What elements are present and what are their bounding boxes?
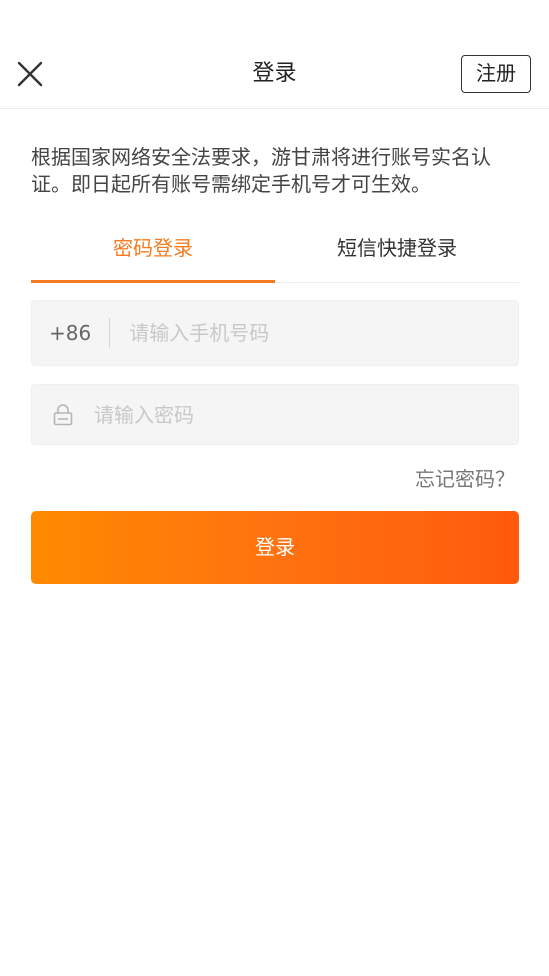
phone-input[interactable] <box>110 301 518 365</box>
login-page: 登录 注册 根据国家网络安全法要求，游甘肃将进行账号实名认证。即日起所有账号需绑… <box>0 0 549 976</box>
tab-sms-login[interactable]: 短信快捷登录 <box>275 230 519 282</box>
header-bar: 登录 注册 <box>0 40 549 109</box>
password-field <box>31 384 519 445</box>
lock-icon <box>52 403 74 427</box>
password-input[interactable] <box>74 385 518 444</box>
tab-password-login[interactable]: 密码登录 <box>31 230 275 283</box>
forgot-password-link[interactable]: 忘记密码？ <box>415 464 515 494</box>
login-tabs: 密码登录 短信快捷登录 <box>31 230 519 283</box>
country-code-prefix[interactable]: +86 <box>32 318 111 348</box>
register-button[interactable]: 注册 <box>461 55 531 93</box>
phone-field: +86 <box>31 300 519 366</box>
login-button[interactable]: 登录 <box>31 511 519 584</box>
real-name-notice: 根据国家网络安全法要求，游甘肃将进行账号实名认证。即日起所有账号需绑定手机号才可… <box>31 145 491 196</box>
